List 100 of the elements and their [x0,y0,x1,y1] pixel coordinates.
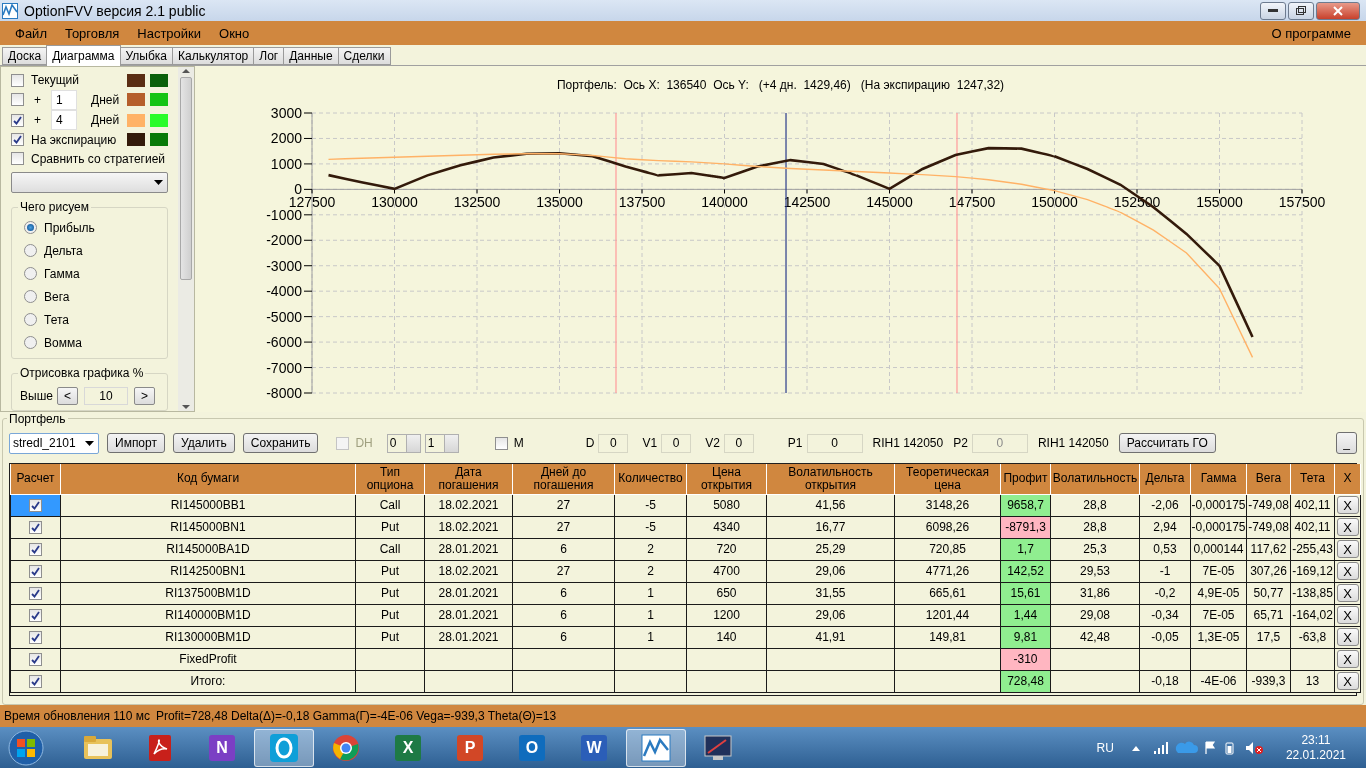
color-swatch[interactable] [150,133,169,147]
delete-button[interactable]: X [1336,562,1359,580]
checkbox[interactable] [29,608,42,622]
number-spinner[interactable]: 1 [424,433,459,453]
color-swatch[interactable] [127,133,146,147]
column-header[interactable]: Вега [1246,464,1291,494]
language-indicator[interactable]: RU [1096,740,1114,755]
checkbox[interactable] [29,520,42,534]
color-swatch[interactable] [150,93,169,107]
number-spinner[interactable]: 0 [386,433,421,453]
delete-button[interactable]: X [1336,606,1359,624]
table-cell[interactable] [10,582,61,604]
radio-button[interactable] [24,244,37,258]
column-header[interactable]: Теоретическая цена [894,464,1001,494]
column-header[interactable]: X [1334,464,1361,494]
decrease-button[interactable]: < [56,387,78,406]
checkbox[interactable] [29,542,42,556]
checkbox[interactable] [11,73,24,87]
percent-field[interactable]: 10 [83,387,128,406]
tab[interactable]: Улыбка [119,47,174,65]
minimize-button[interactable] [1260,1,1286,20]
toolbar-button[interactable]: Удалить [172,433,235,453]
radio-button[interactable] [24,290,37,304]
delete-button[interactable]: X [1336,672,1359,690]
table-cell[interactable] [10,648,61,670]
checkbox[interactable] [11,152,24,166]
checkbox[interactable] [29,674,42,688]
restore-button[interactable] [1288,1,1314,20]
taskbar-button[interactable]: X [378,728,438,767]
delete-button[interactable]: X [1336,540,1359,558]
color-swatch[interactable] [150,113,169,127]
value-field[interactable]: 0 [723,433,754,453]
column-header[interactable]: Дельта [1139,464,1191,494]
checkbox[interactable] [29,652,42,666]
delete-button[interactable]: X [1336,628,1359,646]
toolbar-button[interactable]: Сохранить [242,433,319,453]
column-header[interactable]: Код бумаги [60,464,356,494]
checkbox[interactable] [29,564,42,578]
checkbox[interactable] [11,93,24,107]
delete-button[interactable]: X [1336,496,1359,514]
clock-time[interactable]: 23:11 [1301,732,1331,748]
checkbox[interactable] [29,630,42,644]
strategy-dropdown[interactable] [11,172,168,194]
radio-button[interactable] [24,267,37,281]
checkbox[interactable] [11,133,24,147]
checkbox[interactable] [494,436,508,450]
portfolio-dropdown[interactable]: stredl_2101 [9,432,99,454]
table-cell[interactable] [10,670,61,692]
table-cell[interactable] [10,538,61,560]
menu-item[interactable]: Окно [210,25,259,41]
column-header[interactable]: Тета [1290,464,1335,494]
days-input[interactable]: 1 [51,89,77,110]
column-header[interactable]: Волатильность открытия [766,464,895,494]
column-header[interactable]: Расчет [10,464,61,494]
close-button[interactable] [1316,1,1360,20]
checkbox[interactable] [29,498,42,512]
tab[interactable]: Сделки [337,47,391,65]
table-cell[interactable] [10,604,61,626]
taskbar-button[interactable] [626,728,686,767]
days-input[interactable]: 4 [51,110,77,131]
column-header[interactable]: Количество [614,464,687,494]
color-swatch[interactable] [150,73,169,87]
taskbar-button[interactable]: P [440,728,500,767]
taskbar-button[interactable]: N [192,728,252,767]
column-header[interactable]: Цена открытия [686,464,767,494]
column-header[interactable]: Профит [1000,464,1051,494]
column-header[interactable]: Волатильность [1050,464,1140,494]
scroll-down-icon[interactable] [182,403,191,411]
delete-button[interactable]: X [1336,518,1359,536]
column-header[interactable]: Дата погашения [424,464,513,494]
minimize-panel-button[interactable]: _ [1336,432,1357,454]
calculate-button[interactable]: Рассчитать ГО [1118,433,1216,453]
delete-button[interactable]: X [1336,584,1359,602]
menu-item[interactable]: О программе [1262,25,1360,41]
menu-item[interactable]: Торговля [55,25,129,41]
tab[interactable]: Доска [2,47,48,65]
clock-date[interactable]: 22.01.2021 [1285,747,1346,763]
color-swatch[interactable] [127,93,146,107]
tab[interactable]: Данные [283,47,339,65]
increase-button[interactable]: > [133,387,155,406]
tab[interactable]: Калькулятор [172,47,255,65]
checkbox[interactable] [11,113,24,127]
value-field[interactable]: 0 [661,433,692,453]
table-cell[interactable] [10,560,61,582]
color-swatch[interactable] [127,73,146,87]
tab[interactable]: Диаграмма [46,45,121,66]
value-field[interactable]: 0 [598,433,629,453]
taskbar-button[interactable] [254,728,314,767]
column-header[interactable]: Дней до погашения [512,464,615,494]
column-header[interactable]: Тип опциона [355,464,425,494]
table-cell[interactable] [10,626,61,648]
delete-button[interactable]: X [1336,650,1359,668]
value-field[interactable]: 0 [806,433,863,453]
scroll-thumb[interactable] [180,77,193,280]
radio-button[interactable] [24,336,37,350]
taskbar-button[interactable]: W [564,728,624,767]
toolbar-button[interactable]: Импорт [107,433,165,453]
radio-button[interactable] [24,313,37,327]
menu-item[interactable]: Настройки [128,25,211,41]
color-swatch[interactable] [127,113,146,127]
